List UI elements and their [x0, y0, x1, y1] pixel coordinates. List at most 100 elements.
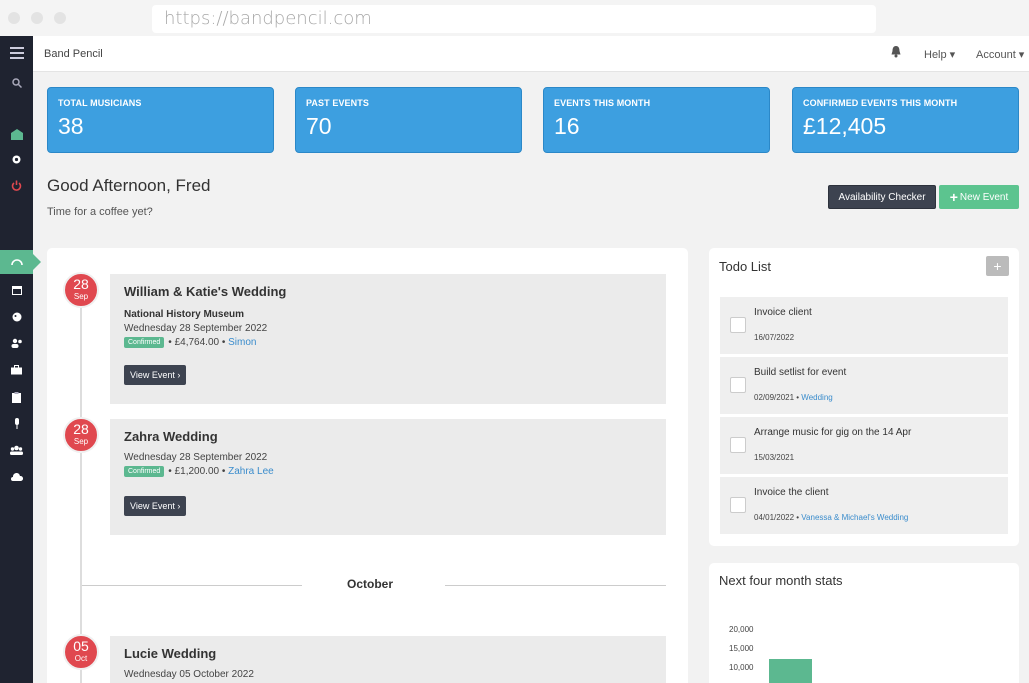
plus-icon: + [949, 189, 958, 205]
status-badge: Confirmed [124, 466, 165, 477]
stat-value: £12,405 [803, 113, 887, 139]
stat-value: 16 [554, 113, 580, 139]
event-amount: • £4,764.00 • [168, 337, 226, 348]
stat-label: PAST EVENTS [306, 98, 369, 108]
todo-checkbox[interactable] [730, 317, 746, 333]
brand-name[interactable]: Band Pencil [44, 48, 103, 60]
window-minimize-dot[interactable] [31, 12, 43, 24]
view-event-button[interactable]: View Event › [124, 496, 187, 516]
todo-checkbox[interactable] [730, 437, 746, 453]
todo-event-link[interactable]: Vanessa & Michael's Wedding [801, 513, 908, 522]
dashboard-icon[interactable] [0, 251, 33, 273]
month-divider-line [445, 585, 666, 586]
event-card: Zahra Wedding Wednesday 28 September 202… [110, 419, 666, 535]
new-event-button[interactable]: + New Event [939, 185, 1019, 209]
menu-icon[interactable] [0, 42, 33, 64]
event-venue: National History Museum [124, 309, 245, 320]
y-tick-label: 20,000 [729, 625, 754, 634]
bell-icon[interactable] [890, 45, 902, 63]
view-event-button[interactable]: View Event › [124, 365, 187, 385]
todo-title: Todo List [719, 259, 772, 274]
stat-card-events-this-month: EVENTS THIS MONTH 16 [543, 87, 770, 153]
cloud-icon[interactable] [0, 466, 33, 488]
window-maximize-dot[interactable] [54, 12, 66, 24]
todo-item[interactable]: Build setlist for event 02/09/2021 • Wed… [720, 357, 1008, 414]
new-event-label: New Event [959, 191, 1009, 203]
month-divider-line [82, 585, 302, 586]
event-date-badge: 28 Sep [63, 272, 99, 308]
microphone-icon[interactable] [0, 412, 33, 434]
event-meta: Confirmed • £4,764.00 • Simon [124, 337, 652, 348]
address-bar[interactable]: https://bandpencil.com [152, 5, 876, 33]
event-date-badge: 28 Sep [63, 417, 99, 453]
stat-card-confirmed-events: CONFIRMED EVENTS THIS MONTH £12,405 [792, 87, 1019, 153]
chart-bar[interactable] [769, 659, 812, 683]
event-day: 28 [73, 421, 89, 437]
event-contact-link[interactable]: Simon [228, 337, 256, 348]
todo-text: Invoice the client [754, 487, 829, 498]
event-month: Oct [74, 654, 88, 663]
inbox-icon[interactable] [0, 123, 33, 145]
event-day: 05 [73, 638, 89, 654]
event-title: William & Katie's Wedding [124, 284, 287, 299]
todo-item[interactable]: Invoice the client 04/01/2022 • Vanessa … [720, 477, 1008, 534]
event-month: Sep [73, 437, 89, 446]
todo-date: 15/03/2021 [754, 453, 795, 462]
event-amount: • £1,200.00 • [168, 466, 226, 477]
availability-checker-button[interactable]: Availability Checker [828, 185, 936, 209]
event-month: Sep [73, 292, 89, 301]
todo-text: Build setlist for event [754, 367, 847, 378]
event-meta: Confirmed • £1,200.00 • Zahra Lee [124, 466, 652, 477]
event-title: Zahra Wedding [124, 429, 218, 444]
clipboard-icon[interactable] [0, 386, 33, 408]
calendar-icon[interactable] [0, 279, 33, 301]
todo-text: Arrange music for gig on the 14 Apr [754, 427, 912, 438]
event-contact-link[interactable]: Zahra Lee [228, 466, 274, 477]
timeline-line [80, 290, 82, 683]
todo-checkbox[interactable] [730, 497, 746, 513]
todo-date: 04/01/2022 • Vanessa & Michael's Wedding [754, 513, 909, 522]
sidebar [0, 36, 41, 683]
greeting-title: Good Afternoon, Fred [47, 176, 211, 195]
todo-text: Invoice client [754, 307, 812, 318]
status-badge: Confirmed [124, 337, 165, 348]
stat-card-total-musicians: TOTAL MUSICIANS 38 [47, 87, 274, 153]
y-tick-label: 10,000 [729, 663, 754, 672]
stat-label: EVENTS THIS MONTH [554, 98, 651, 108]
todo-add-button[interactable]: + [986, 256, 1009, 276]
event-card: William & Katie's Wedding National Histo… [110, 274, 666, 404]
window-close-dot[interactable] [8, 12, 20, 24]
help-menu[interactable]: Help ▾ [924, 48, 955, 61]
gear-icon[interactable] [0, 148, 33, 170]
todo-checkbox[interactable] [730, 377, 746, 393]
users-icon[interactable] [0, 332, 33, 354]
group-icon[interactable] [0, 439, 33, 461]
todo-event-link[interactable]: Wedding [801, 393, 832, 402]
month-divider-label: October [347, 577, 394, 591]
power-icon[interactable] [0, 174, 33, 196]
stat-label: CONFIRMED EVENTS THIS MONTH [803, 98, 958, 108]
todo-item[interactable]: Arrange music for gig on the 14 Apr 15/0… [720, 417, 1008, 474]
stats-title: Next four month stats [719, 573, 843, 588]
todo-date: 16/07/2022 [754, 333, 795, 342]
search-icon[interactable] [0, 72, 33, 94]
stat-label: TOTAL MUSICIANS [58, 98, 142, 108]
palette-icon[interactable] [0, 306, 33, 328]
event-date: Wednesday 28 September 2022 [124, 323, 268, 334]
greeting-subtitle: Time for a coffee yet? [47, 206, 153, 218]
todo-item[interactable]: Invoice client 16/07/2022 [720, 297, 1008, 354]
account-menu[interactable]: Account ▾ [976, 48, 1024, 61]
stat-value: 38 [58, 113, 84, 139]
event-card: Lucie Wedding Wednesday 05 October 2022 [110, 636, 666, 683]
event-day: 28 [73, 276, 89, 292]
todo-date: 02/09/2021 • Wedding [754, 393, 833, 402]
stat-value: 70 [306, 113, 332, 139]
briefcase-icon[interactable] [0, 359, 33, 381]
event-date: Wednesday 05 October 2022 [124, 669, 254, 680]
browser-chrome: https://bandpencil.com [0, 0, 1029, 36]
top-navbar: Band Pencil Help ▾ Account ▾ [33, 36, 1029, 72]
event-date: Wednesday 28 September 2022 [124, 452, 268, 463]
event-title: Lucie Wedding [124, 646, 217, 661]
stat-card-past-events: PAST EVENTS 70 [295, 87, 522, 153]
event-date-badge: 05 Oct [63, 634, 99, 670]
